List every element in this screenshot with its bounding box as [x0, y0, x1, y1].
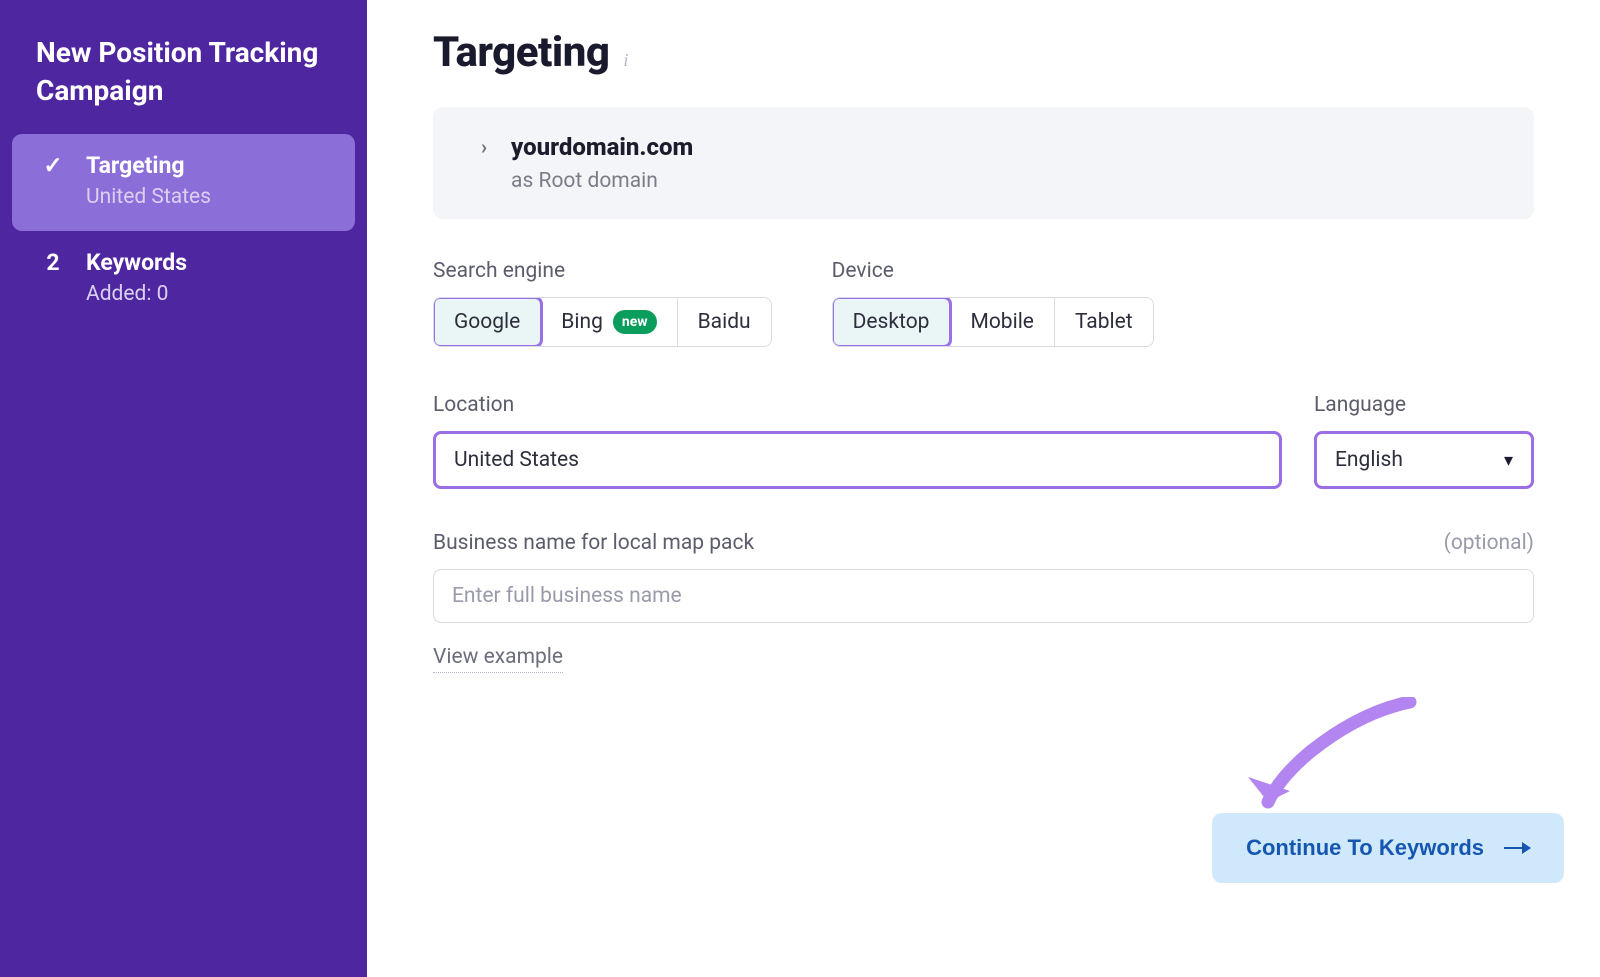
location-input[interactable]: [433, 431, 1282, 489]
search-engine-group: Google Bingnew Baidu: [433, 297, 772, 347]
step-number: 2: [36, 249, 70, 276]
language-label: Language: [1314, 393, 1534, 417]
continue-label: Continue To Keywords: [1246, 835, 1484, 861]
search-engine-label: Search engine: [433, 259, 772, 283]
step-sub: United States: [86, 185, 211, 209]
info-icon[interactable]: i: [623, 50, 628, 71]
view-example-link[interactable]: View example: [433, 645, 563, 673]
device-option-desktop[interactable]: Desktop: [833, 298, 951, 346]
arrow-right-icon: [1504, 847, 1530, 849]
chevron-right-icon: ›: [481, 133, 487, 159]
sidebar-title: New Position Tracking Campaign: [0, 34, 367, 134]
new-badge: new: [613, 310, 657, 334]
step-label: Keywords: [86, 249, 187, 276]
chevron-down-icon: ▾: [1504, 450, 1513, 471]
domain-name: yourdomain.com: [511, 133, 693, 161]
sidebar-step-keywords[interactable]: 2 Keywords Added: 0: [12, 231, 355, 328]
step-label: Targeting: [86, 152, 211, 179]
search-engine-option-google[interactable]: Google: [434, 298, 541, 346]
page-title: Targeting: [433, 28, 609, 77]
search-engine-block: Search engine Google Bingnew Baidu: [433, 259, 772, 347]
search-engine-option-baidu[interactable]: Baidu: [678, 298, 771, 346]
device-option-tablet[interactable]: Tablet: [1055, 298, 1153, 346]
domain-panel[interactable]: › yourdomain.com as Root domain: [433, 107, 1534, 219]
device-option-mobile[interactable]: Mobile: [950, 298, 1054, 346]
device-label: Device: [832, 259, 1154, 283]
check-icon: ✓: [36, 152, 70, 179]
search-engine-option-bing[interactable]: Bingnew: [541, 298, 677, 346]
main-panel: Targeting i › yourdomain.com as Root dom…: [367, 0, 1600, 977]
continue-button[interactable]: Continue To Keywords: [1212, 813, 1564, 883]
optional-text: (optional): [1444, 531, 1534, 555]
language-value: English: [1335, 448, 1403, 472]
annotation-arrow-icon: [1240, 697, 1430, 827]
device-group: Desktop Mobile Tablet: [832, 297, 1154, 347]
sidebar: New Position Tracking Campaign ✓ Targeti…: [0, 0, 367, 977]
domain-subtext: as Root domain: [511, 169, 693, 193]
step-sub: Added: 0: [86, 282, 187, 306]
device-block: Device Desktop Mobile Tablet: [832, 259, 1154, 347]
language-select[interactable]: English ▾: [1314, 431, 1534, 489]
location-label: Location: [433, 393, 1282, 417]
business-name-input[interactable]: [433, 569, 1534, 623]
business-label: Business name for local map pack: [433, 531, 754, 555]
sidebar-step-targeting[interactable]: ✓ Targeting United States: [12, 134, 355, 231]
